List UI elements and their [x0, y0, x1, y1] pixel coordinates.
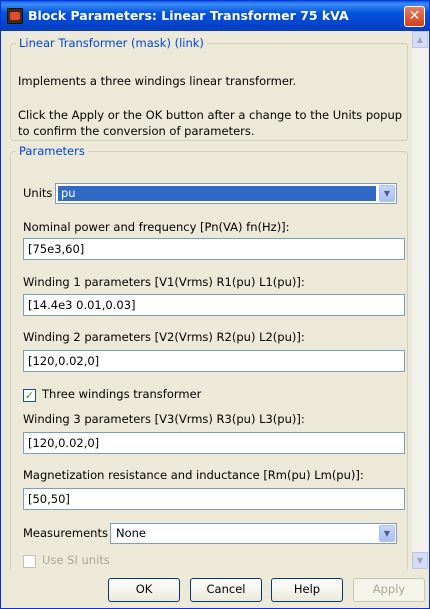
parameters-group: Parameters Units pu ▼ Nominal power and …: [10, 144, 408, 569]
description-line-3: to confirm the conversion of parameters.: [18, 124, 255, 138]
si-units-label: Use SI units: [42, 553, 110, 567]
winding2-field[interactable]: [120,0.02,0]: [23, 350, 405, 372]
chevron-down-icon[interactable]: ▼: [379, 525, 395, 542]
winding3-label: Winding 3 parameters [V3(Vrms) R3(pu) L3…: [23, 412, 305, 426]
parameters-legend: Parameters: [19, 144, 85, 158]
si-units-checkbox[interactable]: [23, 555, 36, 568]
measurements-label: Measurements: [23, 526, 108, 540]
winding3-field[interactable]: [120,0.02,0]: [23, 432, 405, 454]
simulink-block-icon: [7, 8, 23, 24]
three-windings-checkbox[interactable]: ✓: [23, 389, 36, 402]
cancel-button[interactable]: Cancel: [190, 578, 262, 602]
nominal-power-field[interactable]: [75e3,60]: [23, 238, 405, 260]
units-label: Units: [23, 186, 53, 200]
close-button[interactable]: ✕: [404, 6, 425, 27]
mask-legend: Linear Transformer (mask) (link): [19, 36, 204, 50]
winding1-field[interactable]: [14.4e3 0.01,0.03]: [23, 294, 405, 316]
apply-button[interactable]: Apply: [353, 578, 425, 602]
units-select[interactable]: pu ▼: [55, 183, 397, 204]
winding1-label: Winding 1 parameters [V1(Vrms) R1(pu) L1…: [23, 275, 305, 289]
magnetization-field[interactable]: [50,50]: [23, 488, 405, 510]
checkmark-icon: ✓: [24, 389, 35, 402]
description-line-2: Click the Apply or the OK button after a…: [18, 108, 403, 122]
vertical-scrollbar[interactable]: ▲ ▼: [412, 31, 428, 569]
dialog-content: Linear Transformer (mask) (link) Impleme…: [5, 31, 411, 569]
close-icon: ✕: [408, 8, 421, 24]
three-windings-label[interactable]: Three windings transformer: [42, 387, 201, 401]
winding2-label: Winding 2 parameters [V2(Vrms) R2(pu) L2…: [23, 330, 305, 344]
units-value: pu: [58, 186, 376, 201]
measurements-select[interactable]: None ▼: [110, 523, 397, 544]
magnetization-label: Magnetization resistance and inductance …: [23, 468, 364, 482]
scroll-down-icon[interactable]: ▼: [412, 552, 428, 569]
block-parameters-dialog: Block Parameters: Linear Transformer 75 …: [0, 0, 430, 609]
measurements-value: None: [116, 526, 147, 540]
chevron-down-icon[interactable]: ▼: [379, 185, 395, 202]
scroll-up-icon[interactable]: ▲: [412, 31, 428, 48]
scroll-track[interactable]: [412, 48, 428, 552]
nominal-power-label: Nominal power and frequency [Pn(VA) fn(H…: [23, 220, 290, 234]
title-bar[interactable]: Block Parameters: Linear Transformer 75 …: [1, 1, 429, 31]
help-button[interactable]: Help: [271, 578, 343, 602]
ok-button[interactable]: OK: [108, 578, 180, 602]
mask-description-group: Linear Transformer (mask) (link) Impleme…: [10, 36, 408, 141]
description-line-1: Implements a three windings linear trans…: [18, 74, 297, 88]
window-title: Block Parameters: Linear Transformer 75 …: [28, 8, 349, 23]
